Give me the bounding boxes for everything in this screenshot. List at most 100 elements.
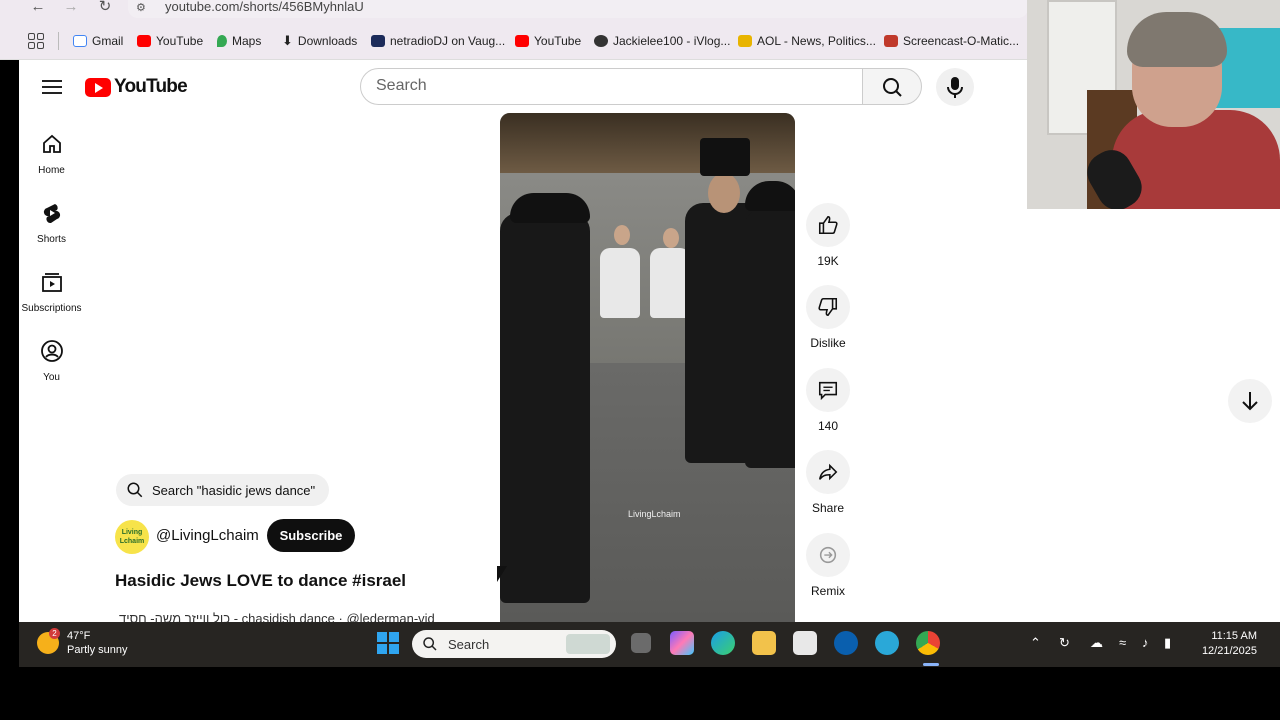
weather-text: 47°F Partly sunny bbox=[67, 629, 128, 657]
wifi-icon[interactable]: ≈ bbox=[1119, 635, 1126, 650]
search-icon bbox=[127, 482, 143, 498]
menu-icon[interactable] bbox=[42, 80, 62, 94]
video-dancer bbox=[663, 228, 679, 248]
video-scene-ceiling bbox=[500, 113, 795, 173]
sidebar-item-you[interactable]: You bbox=[19, 339, 84, 383]
bookmark-aol[interactable]: AOL - News, Politics... bbox=[738, 32, 876, 50]
bookmarks-bar: Gmail YouTube Maps ⬇ Downloads netradioDJ… bbox=[0, 22, 1028, 60]
help-icon[interactable] bbox=[875, 631, 899, 655]
weather-widget[interactable]: 2 47°F Partly sunny bbox=[37, 628, 128, 657]
like-count: 19K bbox=[817, 254, 839, 268]
url-text[interactable]: youtube.com/shorts/456BMyhnlaU bbox=[165, 0, 364, 14]
like-button[interactable]: 19K bbox=[806, 203, 850, 268]
next-short-button[interactable] bbox=[1228, 379, 1272, 423]
youtube-icon bbox=[515, 35, 529, 47]
video-dancer bbox=[708, 173, 740, 213]
comments-button[interactable]: 140 bbox=[806, 368, 850, 433]
sync-icon[interactable]: ↻ bbox=[1059, 635, 1070, 651]
youtube-logo-text: YouTube bbox=[114, 76, 188, 97]
volume-icon[interactable]: ♪ bbox=[1142, 635, 1149, 650]
onedrive-icon[interactable]: ☁ bbox=[1090, 635, 1103, 651]
bookmark-label: YouTube bbox=[534, 34, 582, 48]
you-icon bbox=[40, 340, 63, 362]
reload-icon[interactable]: ↻ bbox=[95, 0, 115, 16]
share-label: Share bbox=[811, 501, 845, 515]
like-icon bbox=[818, 215, 838, 235]
share-icon bbox=[818, 463, 838, 481]
file-explorer-icon[interactable] bbox=[752, 631, 776, 655]
sidebar-item-shorts[interactable]: Shorts bbox=[19, 201, 84, 245]
voice-search-button[interactable] bbox=[936, 68, 974, 106]
bookmark-youtube-2[interactable]: YouTube bbox=[515, 32, 581, 50]
webcam-overlay bbox=[1027, 0, 1280, 209]
task-view-icon[interactable] bbox=[631, 633, 651, 653]
video-dancer bbox=[500, 213, 590, 603]
apps-grid-icon[interactable] bbox=[28, 33, 44, 49]
search-box[interactable] bbox=[360, 68, 863, 105]
bookmark-youtube[interactable]: YouTube bbox=[137, 32, 203, 50]
url-box[interactable]: ⚙ youtube.com/shorts/456BMyhnlaU bbox=[128, 0, 1028, 18]
bookmark-maps[interactable]: Maps bbox=[217, 32, 261, 50]
battery-icon[interactable]: ▮ bbox=[1164, 635, 1171, 651]
windows-taskbar: 2 47°F Partly sunny Search ⌃ ↻ ☁ ≈ ♪ ▮ 1… bbox=[19, 622, 1280, 667]
sidebar-item-label: Home bbox=[38, 165, 65, 176]
taskbar-search[interactable]: Search bbox=[412, 630, 616, 658]
comment-count: 140 bbox=[817, 419, 839, 433]
webcam-person-hair bbox=[1127, 12, 1227, 67]
sidebar-item-home[interactable]: Home bbox=[19, 132, 84, 176]
microsoft-store-icon[interactable] bbox=[793, 631, 817, 655]
clock-time: 11:15 AM bbox=[1211, 630, 1257, 642]
share-button[interactable]: Share bbox=[806, 450, 850, 515]
bookmark-label: Gmail bbox=[92, 34, 124, 48]
remix-label: Remix bbox=[810, 584, 845, 598]
search-button[interactable] bbox=[862, 68, 922, 105]
bookmarks-divider bbox=[58, 32, 59, 50]
search-icon bbox=[883, 78, 902, 97]
bookmark-label: AOL - News, Politics... bbox=[757, 34, 876, 48]
dislike-button[interactable]: Dislike bbox=[806, 285, 850, 350]
back-icon[interactable]: ← bbox=[28, 0, 48, 16]
hp-icon[interactable] bbox=[834, 631, 858, 655]
bookmark-gmail[interactable]: Gmail bbox=[73, 32, 123, 50]
chrome-active-indicator bbox=[923, 663, 939, 666]
related-search-chip[interactable]: Search "hasidic jews dance" bbox=[116, 474, 330, 506]
bookmark-label: netradioDJ on Vaug... bbox=[390, 34, 506, 48]
system-clock[interactable]: 11:15 AM 12/21/2025 bbox=[1199, 629, 1257, 659]
aol-icon bbox=[738, 35, 752, 47]
video-dancer bbox=[745, 208, 795, 468]
shorts-video-player[interactable]: LivingLchaim bbox=[500, 113, 795, 622]
chrome-icon[interactable] bbox=[916, 631, 940, 655]
site-info-icon[interactable]: ⚙ bbox=[136, 1, 146, 14]
search-icon bbox=[423, 637, 437, 651]
sidebar-item-subscriptions[interactable]: Subscriptions bbox=[19, 270, 84, 314]
video-title[interactable]: Hasidic Jews LOVE to dance #israel bbox=[115, 571, 406, 591]
weather-notification-badge: 2 bbox=[49, 628, 60, 639]
bookmark-netradiodj[interactable]: netradioDJ on Vaug... bbox=[371, 32, 505, 50]
tray-chevron-icon[interactable]: ⌃ bbox=[1030, 635, 1041, 651]
copilot-icon[interactable] bbox=[670, 631, 694, 655]
bookmark-label: Maps bbox=[232, 34, 262, 48]
screencast-icon bbox=[884, 35, 898, 47]
bookmark-label: Screencast-O-Matic... bbox=[903, 34, 1020, 48]
channel-name[interactable]: @LivingLchaim bbox=[156, 527, 259, 544]
start-button[interactable] bbox=[377, 632, 399, 654]
sidebar-item-label: Shorts bbox=[37, 234, 66, 245]
forward-icon[interactable]: → bbox=[61, 0, 81, 16]
search-input[interactable] bbox=[376, 77, 846, 95]
remix-icon bbox=[819, 546, 837, 564]
youtube-logo[interactable]: YouTube bbox=[85, 76, 188, 98]
bookmark-screencast[interactable]: Screencast-O-Matic... bbox=[884, 32, 1019, 50]
address-bar-row: ← → ↻ ⚙ youtube.com/shorts/456BMyhnlaU bbox=[0, 0, 1028, 22]
bookmark-label: YouTube bbox=[156, 34, 204, 48]
maps-pin-icon bbox=[217, 35, 227, 47]
bookmark-jackielee[interactable]: Jackielee100 - iVlog... bbox=[594, 32, 730, 50]
bookmark-downloads[interactable]: ⬇ Downloads bbox=[282, 32, 357, 50]
google-icon bbox=[73, 35, 87, 47]
video-dancer bbox=[614, 225, 630, 245]
remix-button[interactable]: Remix bbox=[806, 533, 850, 598]
subscribe-button[interactable]: Subscribe bbox=[267, 519, 355, 552]
arrow-down-icon bbox=[1242, 392, 1258, 411]
video-dancer-hat bbox=[510, 193, 590, 223]
edge-icon[interactable] bbox=[711, 631, 735, 655]
channel-avatar[interactable]: Living Lchaim bbox=[115, 520, 149, 554]
